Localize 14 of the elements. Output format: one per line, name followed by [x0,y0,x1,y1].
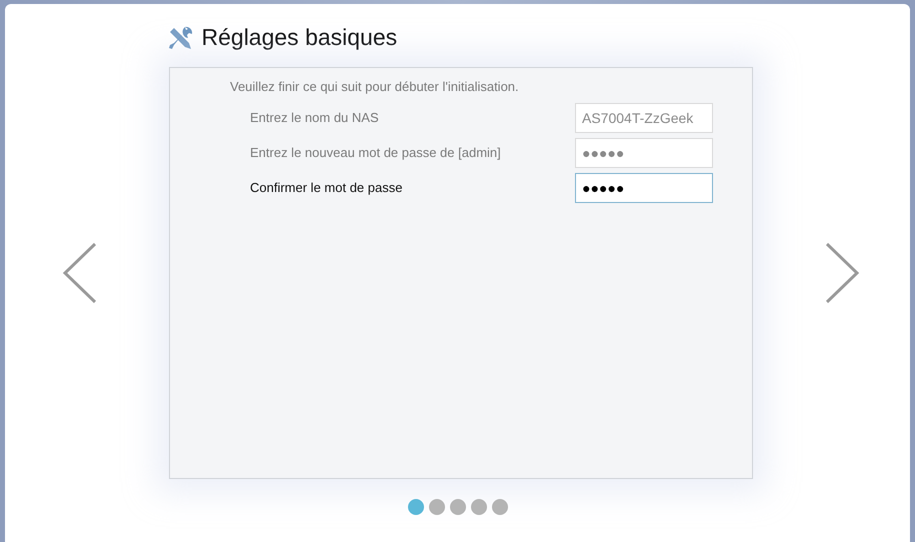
field-label: Entrez le nom du NAS [250,110,379,125]
page-dot[interactable] [470,499,486,515]
page-dot[interactable] [408,499,424,515]
input-field[interactable]: ●●●●● [575,172,713,202]
field-label: Confirmer le mot de passe [250,180,402,195]
input-field[interactable]: ●●●●● [575,138,713,168]
input-field[interactable]: AS7004T-ZzGeek [575,102,713,132]
page-dot[interactable] [492,499,508,515]
page-title: Réglages basiques [202,24,398,51]
intro-text: Veuillez finir ce qui suit pour débuter l'initialisation. [230,79,520,94]
page-dot[interactable] [428,499,444,515]
tools-icon [168,24,194,50]
field-label: Entrez le nouveau mot de passe de [admin] [250,145,501,160]
page-dot[interactable] [450,499,466,515]
